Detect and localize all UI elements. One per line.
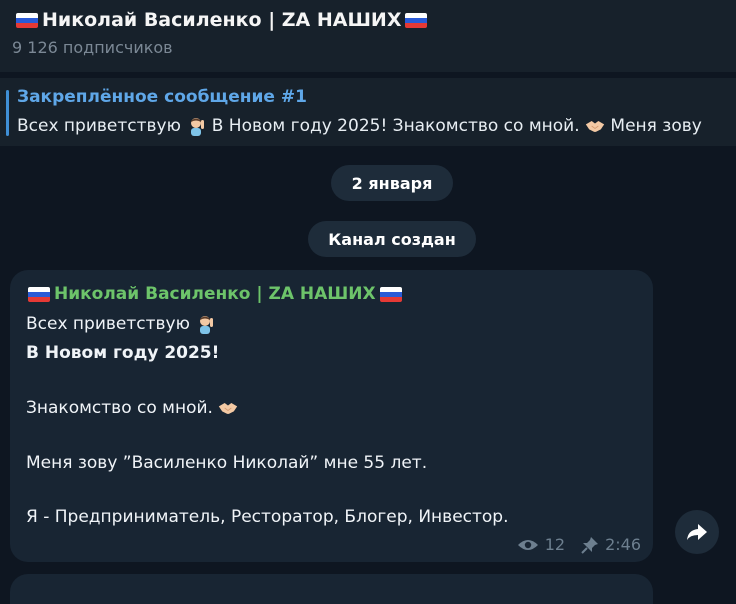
pinned-preview: Всех приветствую В Новом году 2025! Знак… <box>17 116 702 136</box>
pinned-title: Закреплённое сообщение #1 <box>17 87 307 107</box>
message-text: Знакомство со мной. <box>26 398 213 418</box>
message-time: 2:46 <box>605 535 641 554</box>
message-text: В Новом году 2025! <box>26 343 220 363</box>
pinned-preview-text: Всех приветствую <box>17 116 181 136</box>
person-raising-hand-icon <box>191 118 205 136</box>
eye-icon <box>517 539 538 550</box>
share-arrow-icon <box>687 524 707 540</box>
chat-header[interactable]: Николай Василенко | ZA НАШИХ 9 126 подпи… <box>0 0 736 72</box>
channel-name: Николай Василенко | ZA НАШИХ <box>42 9 402 31</box>
view-count: 12 <box>544 535 566 554</box>
next-message-bubble[interactable] <box>10 574 653 604</box>
subscriber-count: 9 126 подписчиков <box>12 38 173 57</box>
message-line: Знакомство со мной. <box>26 398 238 418</box>
pinned-preview-text: Меня зову <box>610 116 702 136</box>
russian-flag-icon <box>405 12 428 28</box>
handshake-icon <box>219 403 238 414</box>
channel-created-notice: Канал создан <box>308 221 476 257</box>
pinned-preview-text: В Новом году 2025! Знакомство со мной. <box>211 116 580 136</box>
russian-flag-icon <box>16 12 38 28</box>
message-text: Я - Предприниматель, Ресторатор, Блогер,… <box>26 507 509 527</box>
pinned-indicator <box>6 90 9 136</box>
message-meta: 12 2:46 <box>517 535 641 554</box>
message-text: Меня зову ”Василенко Николай” мне 55 лет… <box>26 453 428 473</box>
message-author-name: Николай Василенко | ZA НАШИХ <box>54 284 376 304</box>
date-separator: 2 января <box>331 165 453 201</box>
channel-title[interactable]: Николай Василенко | ZA НАШИХ <box>14 9 429 31</box>
pin-icon <box>581 536 599 554</box>
russian-flag-icon <box>379 286 402 302</box>
message-text: Всех приветствую <box>26 314 190 334</box>
pinned-message-bar[interactable]: Закреплённое сообщение #1 Всех приветств… <box>0 78 736 146</box>
russian-flag-icon <box>28 286 50 302</box>
share-button[interactable] <box>675 510 719 554</box>
message-line: Всех приветствую <box>26 314 215 334</box>
message-bubble[interactable]: Николай Василенко | ZA НАШИХ Всех привет… <box>10 270 653 562</box>
handshake-icon <box>585 121 605 132</box>
message-author[interactable]: Николай Василенко | ZA НАШИХ <box>26 284 404 304</box>
person-raising-hand-icon <box>200 316 214 334</box>
